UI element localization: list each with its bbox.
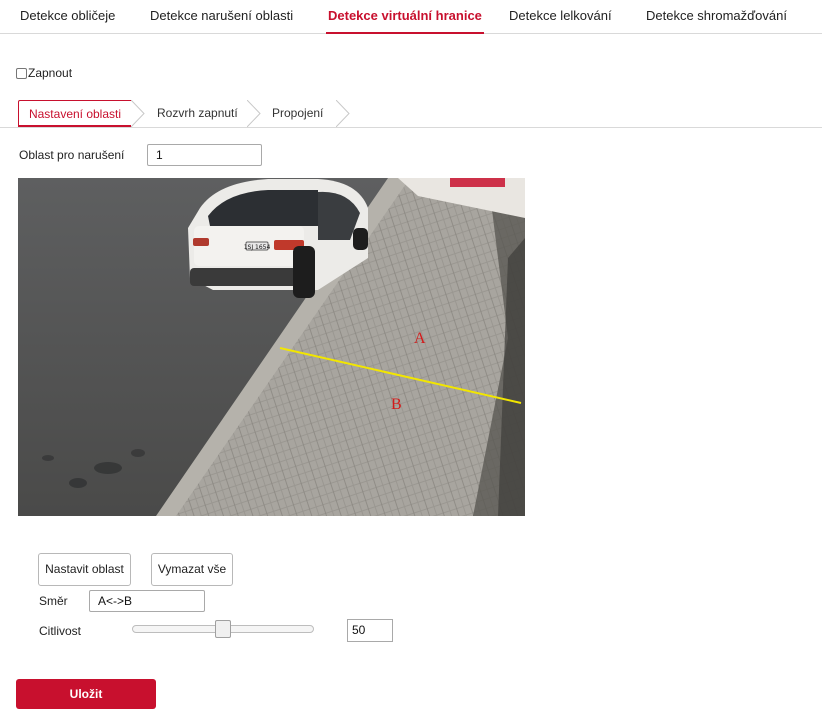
step-chevron-icon	[247, 100, 261, 127]
enable-label: Zapnout	[28, 66, 73, 80]
tab-area-settings[interactable]: Nastavení oblasti	[18, 100, 132, 127]
clear-all-button[interactable]: Vymazat vše	[151, 553, 233, 586]
area-select[interactable]: 1	[147, 144, 262, 166]
side-a-label: A	[414, 330, 426, 347]
road-stain	[131, 449, 145, 457]
step-chevron-icon	[336, 100, 350, 127]
building-stripe	[450, 178, 505, 187]
tab-schedule[interactable]: Rozvrh zapnutí	[157, 100, 238, 127]
tab-face-detection[interactable]: Detekce obličeje	[20, 0, 115, 33]
set-area-button[interactable]: Nastavit oblast	[38, 553, 131, 586]
direction-select[interactable]: A<->B	[89, 590, 205, 612]
road-stain	[42, 455, 54, 461]
camera-preview[interactable]: 1SJ 1654 A B	[18, 178, 525, 516]
road-stain	[69, 478, 87, 488]
area-select-value: 1	[156, 148, 163, 162]
detection-tab-bar: Detekce obličeje Detekce narušení oblast…	[0, 0, 822, 34]
sensitivity-input[interactable]: 50	[347, 619, 393, 642]
tab-loitering-detection[interactable]: Detekce lelkování	[509, 0, 612, 33]
camera-frame: 1SJ 1654 A B	[18, 178, 525, 516]
direction-select-value: A<->B	[98, 594, 133, 608]
area-select-label: Oblast pro narušení	[19, 148, 125, 162]
tab-crowd-detection[interactable]: Detekce shromažďování	[646, 0, 787, 33]
step-chevron-icon	[131, 100, 145, 127]
road-stain	[94, 462, 122, 474]
tab-line-crossing-detection[interactable]: Detekce virtuální hranice	[326, 0, 484, 34]
tab-intrusion-detection[interactable]: Detekce narušení oblasti	[150, 0, 293, 33]
sensitivity-slider-handle[interactable]	[215, 620, 231, 638]
license-plate: 1SJ 1654	[244, 244, 271, 251]
save-button[interactable]: Uložit	[16, 679, 156, 709]
enable-checkbox[interactable]	[16, 67, 27, 79]
tab-linkage[interactable]: Propojení	[272, 100, 323, 127]
side-b-label: B	[391, 396, 402, 413]
sensitivity-label: Citlivost	[39, 624, 82, 638]
enable-row: Zapnout	[16, 65, 72, 81]
subtab-divider	[0, 127, 822, 128]
settings-subtab-bar: Nastavení oblasti Rozvrh zapnutí Propoje…	[0, 100, 822, 128]
direction-label: Směr	[39, 594, 68, 608]
